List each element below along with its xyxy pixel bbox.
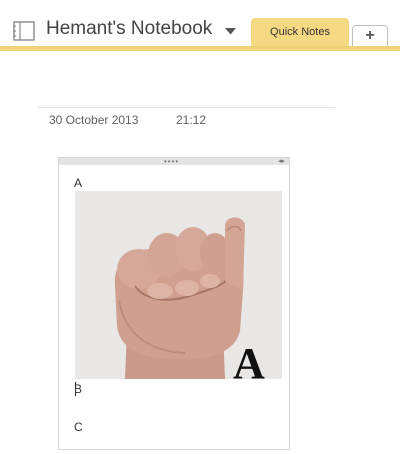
- note-container-handle-bar[interactable]: •••• ◂▸: [59, 158, 289, 166]
- plus-icon: +: [365, 27, 375, 44]
- notebook-header: Hemant's Notebook Quick Notes +: [0, 0, 400, 47]
- page-title-underline: [37, 107, 335, 108]
- tab-quick-notes[interactable]: Quick Notes: [251, 18, 349, 47]
- hand-sign-image[interactable]: A: [75, 191, 282, 379]
- letter-a-glyph: A: [233, 339, 265, 379]
- note-line-c[interactable]: C: [74, 420, 83, 434]
- notebook-title[interactable]: Hemant's Notebook: [46, 18, 212, 40]
- page-time: 21:12: [176, 113, 207, 127]
- note-line-a[interactable]: A: [74, 176, 82, 190]
- add-section-tab[interactable]: +: [352, 25, 388, 47]
- resize-handle-icon[interactable]: ◂▸: [278, 158, 285, 165]
- note-line-b[interactable]: B: [74, 382, 82, 396]
- note-container[interactable]: •••• ◂▸ A A B C: [58, 157, 290, 450]
- page-date: 30 October 2013: [49, 113, 139, 127]
- tab-label: Quick Notes: [270, 26, 330, 38]
- section-color-bar: [0, 46, 400, 51]
- drag-handle-icon[interactable]: ••••: [164, 158, 179, 166]
- notebook-icon[interactable]: [13, 21, 37, 41]
- hand-sign-letter-a-picture: A: [114, 217, 265, 379]
- chevron-down-icon[interactable]: [225, 28, 236, 35]
